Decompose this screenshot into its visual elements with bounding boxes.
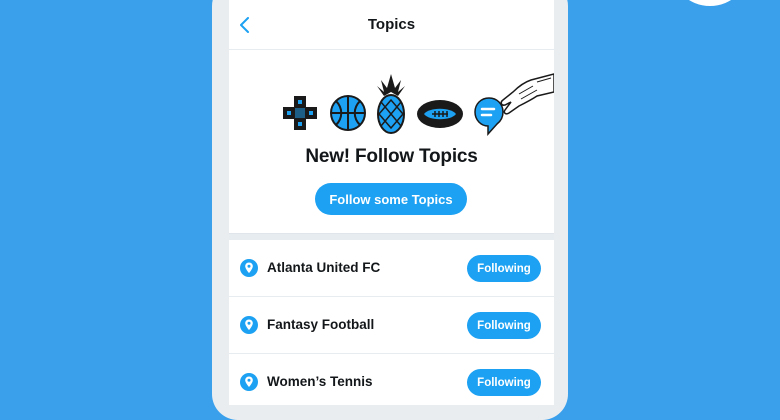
dpad-icon [283,96,317,130]
back-button[interactable] [235,15,255,35]
following-button[interactable]: Following [467,312,541,339]
football-icon [417,100,463,128]
promo-card: New! Follow Topics Follow some Topics [229,50,554,233]
topic-name: Women’s Tennis [267,374,373,389]
topics-list: Atlanta United FC Following Fantasy Foot… [229,240,554,405]
topic-name: Fantasy Football [267,317,375,332]
list-item[interactable]: Fantasy Football Following [229,297,554,354]
topic-icons-row [229,72,554,140]
location-pin-icon [240,316,258,334]
hand-icon [500,73,554,115]
basketball-icon [330,95,366,131]
location-pin-icon [240,259,258,277]
section-divider [229,233,554,240]
location-pin-icon [240,373,258,391]
corner-decoration [670,0,750,6]
following-button[interactable]: Following [467,369,541,396]
promo-title: New! Follow Topics [305,146,478,167]
pineapple-icon [377,74,405,134]
following-button[interactable]: Following [467,255,541,282]
page-title: Topics [367,16,416,33]
chevron-left-icon [240,17,249,33]
follow-some-topics-button[interactable]: Follow some Topics [315,183,467,215]
top-bar: Topics [229,0,554,50]
phone-screen: Topics New! Follow Topics Follow some To… [229,0,554,405]
topic-name: Atlanta United FC [267,260,381,275]
list-item[interactable]: Women’s Tennis Following [229,354,554,405]
list-item[interactable]: Atlanta United FC Following [229,240,554,297]
